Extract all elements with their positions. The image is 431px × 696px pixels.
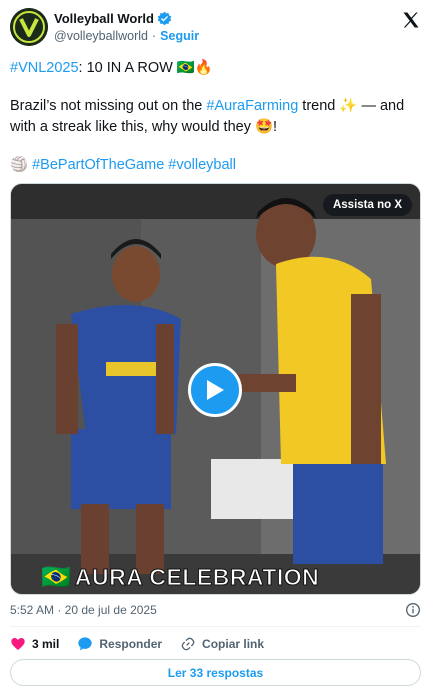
reply-button[interactable]: Responder [77, 636, 162, 652]
copy-link-button[interactable]: Copiar link [180, 636, 264, 652]
tweet-line-2: Brazil’s not missing out on the #AuraFar… [10, 96, 421, 138]
hashtag-bepartofthegame[interactable]: #BePartOfTheGame [32, 157, 164, 173]
display-name[interactable]: Volleyball World [54, 11, 154, 26]
brazil-flag-emoji: 🇧🇷 [41, 564, 71, 591]
name-row: Volleyball World [54, 11, 172, 26]
play-button[interactable] [188, 363, 242, 417]
handle-row: @volleyballworld · Seguir [54, 29, 199, 43]
hashtag-aurafarming[interactable]: #AuraFarming [206, 98, 298, 114]
tweet-header: Volleyball World @volleyballworld · Segu… [10, 8, 421, 48]
reply-label: Responder [99, 637, 163, 651]
follow-button[interactable]: Seguir [160, 29, 199, 43]
watch-on-x-button[interactable]: Assista no X [322, 194, 412, 216]
tweet-line-3: 🏐 #BePartOfTheGame #volleyball [10, 155, 421, 176]
action-bar: 3 mil Responder Copiar link [10, 634, 264, 654]
play-icon [207, 380, 224, 400]
separator-dot: · [151, 29, 157, 43]
x-logo-icon[interactable] [401, 10, 421, 30]
link-icon [181, 637, 195, 651]
caption-text: AURA CELEBRATION [74, 564, 320, 591]
reply-bubble-icon [78, 637, 93, 651]
video-media[interactable]: Assista no X 🇧🇷 AURA CELEBRATION [10, 183, 421, 595]
hashtag-volleyball[interactable]: #volleyball [168, 157, 236, 173]
volleyball-emoji: 🏐 [10, 157, 29, 173]
info-icon[interactable] [405, 602, 421, 618]
video-caption: 🇧🇷 AURA CELEBRATION [41, 563, 319, 592]
account-handle[interactable]: @volleyballworld [54, 29, 148, 43]
hashtag-vnl2025[interactable]: #VNL2025 [10, 60, 79, 76]
read-replies-button[interactable]: Ler 33 respostas [10, 659, 421, 686]
tweet-line-1: #VNL2025: 10 IN A ROW 🇧🇷🔥 [10, 58, 421, 79]
heart-icon [11, 638, 25, 650]
like-button[interactable]: 3 mil [10, 636, 59, 652]
tweet-text: #VNL2025: 10 IN A ROW 🇧🇷🔥 Brazil’s not m… [10, 58, 421, 176]
like-count: 3 mil [32, 637, 60, 651]
tweet-timestamp[interactable]: 5:52 AM · 20 de jul de 2025 [10, 603, 157, 617]
volleyball-world-logo-icon[interactable] [10, 8, 48, 46]
verified-badge-icon [157, 11, 172, 26]
tweet-line-2-prefix: Brazil’s not missing out on the [10, 98, 207, 114]
tweet-line-1-text: : 10 IN A ROW 🇧🇷🔥 [78, 60, 213, 76]
divider [10, 626, 421, 627]
copy-link-label: Copiar link [202, 637, 265, 651]
